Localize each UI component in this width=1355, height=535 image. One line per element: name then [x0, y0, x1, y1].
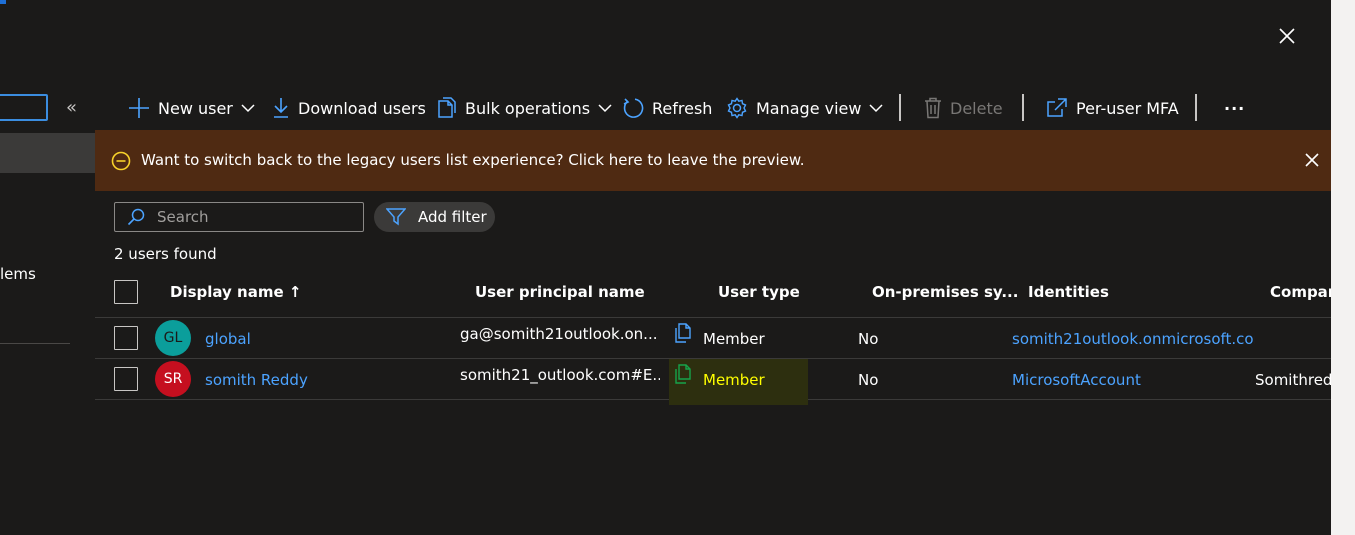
- upn-cell: ga@somith21outlook.on...: [460, 325, 658, 343]
- identities-link[interactable]: somith21outlook.onmicrosoft.com: [1012, 330, 1255, 348]
- column-header-identities[interactable]: Identities: [1028, 283, 1109, 301]
- toolbar-divider: [899, 94, 901, 121]
- row-divider: [95, 317, 1331, 318]
- row-checkbox[interactable]: [114, 367, 138, 391]
- column-header-display-name[interactable]: Display name ↑: [170, 283, 301, 301]
- new-user-label: New user: [158, 98, 233, 118]
- delete-label: Delete: [950, 98, 1003, 118]
- avatar: SR: [155, 361, 191, 397]
- select-all-checkbox[interactable]: [114, 280, 138, 304]
- add-filter-button[interactable]: Add filter: [374, 202, 495, 232]
- more-icon: ···: [1224, 98, 1246, 118]
- collapse-nav-button[interactable]: «: [66, 98, 77, 118]
- warning-circle-icon: [111, 151, 131, 171]
- top-corner-accent: [0, 0, 6, 4]
- results-count: 2 users found: [114, 245, 217, 263]
- display-name-link[interactable]: somith Reddy: [205, 371, 308, 389]
- copy-icon[interactable]: [674, 323, 692, 343]
- nav-search-input[interactable]: [0, 94, 48, 121]
- row-checkbox[interactable]: [114, 326, 138, 350]
- close-icon[interactable]: [1276, 25, 1298, 47]
- user-type-cell: Member: [703, 330, 765, 348]
- refresh-icon: [623, 98, 644, 118]
- search-input[interactable]: [157, 208, 347, 226]
- user-type-cell: Member: [703, 371, 765, 389]
- search-icon: [127, 208, 145, 226]
- per-user-mfa-label: Per-user MFA: [1076, 98, 1179, 118]
- identities-link[interactable]: MicrosoftAccount: [1012, 371, 1255, 389]
- trash-icon: [925, 97, 941, 119]
- search-box[interactable]: [114, 202, 364, 232]
- download-icon: [274, 98, 288, 118]
- display-name-link[interactable]: global: [205, 330, 251, 348]
- refresh-button[interactable]: Refresh: [622, 96, 712, 120]
- column-header-on-premises[interactable]: On-premises sy...: [872, 283, 1018, 301]
- gear-icon: [727, 97, 747, 119]
- chevron-down-icon: [869, 104, 884, 113]
- chevron-down-icon: [241, 104, 255, 113]
- nav-item-label[interactable]: lems: [0, 265, 36, 283]
- manage-view-label: Manage view: [756, 98, 862, 118]
- company-cell: Somithredd: [1255, 371, 1331, 389]
- copy-icon[interactable]: [674, 364, 692, 384]
- new-user-button[interactable]: New user: [128, 96, 255, 120]
- download-users-label: Download users: [298, 98, 426, 118]
- chevron-down-icon: [598, 104, 612, 113]
- nav-divider: [0, 343, 70, 344]
- plus-icon: [129, 98, 149, 118]
- bulk-operations-label: Bulk operations: [465, 98, 591, 118]
- banner-text[interactable]: Want to switch back to the legacy users …: [141, 151, 805, 169]
- nav-selected-item[interactable]: [0, 133, 95, 173]
- column-header-company[interactable]: Compan: [1270, 283, 1331, 301]
- column-header-upn[interactable]: User principal name: [475, 283, 645, 301]
- delete-button[interactable]: Delete: [924, 96, 1003, 120]
- avatar: GL: [155, 320, 191, 356]
- column-header-user-type[interactable]: User type: [718, 283, 800, 301]
- preview-banner[interactable]: Want to switch back to the legacy users …: [95, 130, 1331, 191]
- page-edge-strip: [1331, 0, 1355, 535]
- add-filter-label: Add filter: [418, 208, 487, 226]
- refresh-label: Refresh: [652, 98, 713, 118]
- toolbar-divider: [1195, 94, 1197, 121]
- manage-view-button[interactable]: Manage view: [726, 96, 884, 120]
- upn-cell: somith21_outlook.com#E...: [460, 366, 660, 384]
- on-premises-cell: No: [858, 371, 879, 389]
- per-user-mfa-button[interactable]: Per-user MFA: [1046, 96, 1179, 120]
- close-banner-icon[interactable]: [1304, 152, 1320, 168]
- external-link-icon: [1047, 98, 1067, 117]
- on-premises-cell: No: [858, 330, 879, 348]
- filter-icon: [386, 208, 406, 226]
- toolbar-divider: [1022, 94, 1024, 121]
- more-options-button[interactable]: ···: [1224, 96, 1245, 120]
- bulk-operations-icon: [438, 97, 456, 118]
- bulk-operations-button[interactable]: Bulk operations: [437, 96, 612, 120]
- download-users-button[interactable]: Download users: [272, 96, 426, 120]
